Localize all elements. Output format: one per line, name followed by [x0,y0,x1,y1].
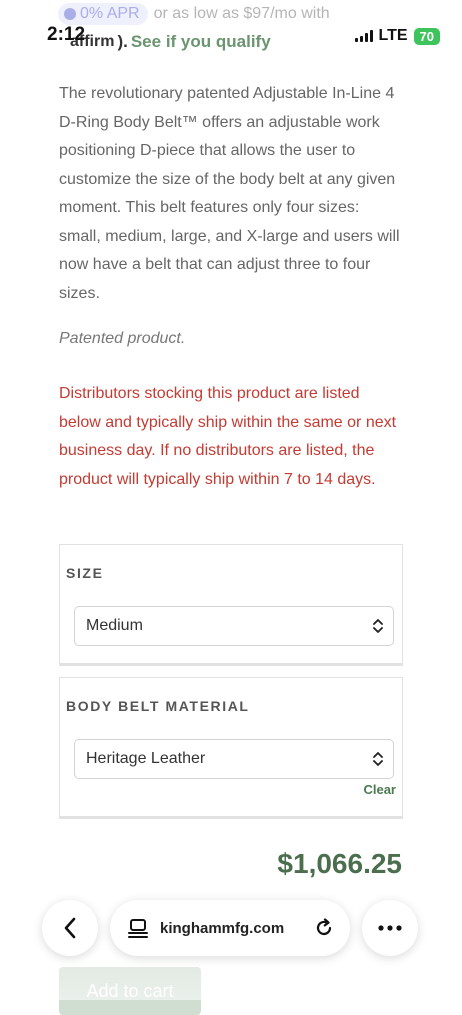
ellipsis-icon [378,925,402,931]
material-selected-value: Heritage Leather [86,750,206,767]
apr-label: 0% APR [80,5,140,22]
back-button[interactable] [42,900,98,956]
material-option: BODY BELT MATERIAL Heritage Leather Clea… [59,677,403,819]
patented-note: Patented product. [59,330,186,347]
size-select[interactable]: Medium [74,606,394,646]
monthly-text: or as low as $97/mo with [153,5,330,22]
reload-icon[interactable] [314,918,334,938]
status-time: 2:12 [47,24,86,45]
battery-icon: 70 [413,27,440,45]
add-to-cart-button[interactable]: Add to cart [59,967,201,1015]
chevron-up-down-icon [373,619,383,633]
material-select[interactable]: Heritage Leather [74,739,394,779]
address-bar[interactable]: kinghammfg.com [110,900,350,956]
size-option: SIZE Medium [59,544,403,666]
more-options-button[interactable] [362,900,418,956]
status-indicators: LTE 70 [354,27,440,45]
distributor-note: Distributors stocking this product are l… [59,385,397,488]
size-label: SIZE [66,565,104,581]
size-selected-value: Medium [86,617,143,634]
reader-mode-icon[interactable] [128,918,148,938]
product-description: The revolutionary patented Adjustable In… [59,85,400,302]
financing-row: 0% APR or as low as $97/mo with [58,0,330,28]
network-label: LTE [378,27,408,44]
chevron-up-down-icon [373,752,383,766]
url-text: kinghammfg.com [160,919,285,937]
see-if-you-qualify-link[interactable]: See if you qualify [131,32,271,52]
tag-icon [64,8,76,20]
qualify-row[interactable]: affirm). See if you qualify [70,32,271,52]
apr-badge: 0% APR [58,3,148,25]
product-price: $1,066.25 [277,848,402,879]
clear-selection-link[interactable]: Clear [363,782,396,797]
chevron-left-icon [64,917,76,939]
material-label: BODY BELT MATERIAL [66,698,250,714]
signal-icon [354,30,373,42]
